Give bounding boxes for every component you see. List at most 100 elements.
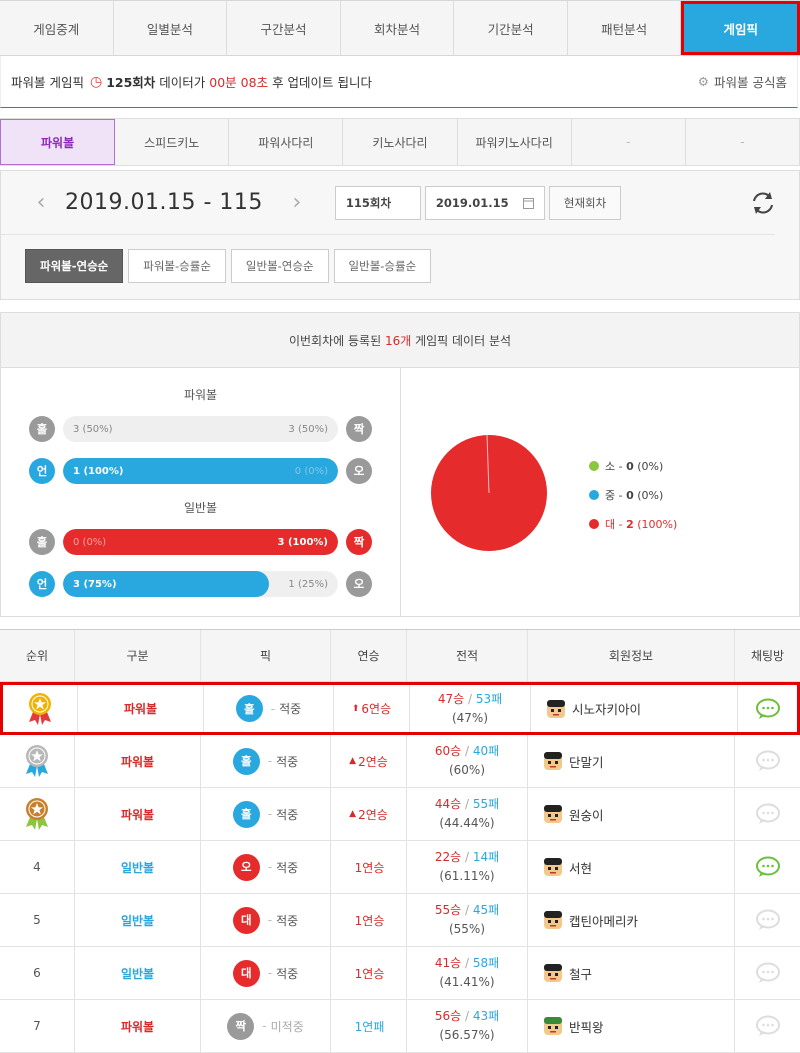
- row-win: 56승: [434, 1009, 462, 1023]
- tab-game-live[interactable]: 게임중계: [0, 1, 114, 55]
- pick-result: 적중: [279, 702, 302, 716]
- pb-even-text: 3 (50%): [288, 423, 328, 435]
- row-streak: 1연승: [354, 860, 385, 875]
- analysis-head-post: 게임픽 데이터 분석: [415, 333, 512, 348]
- tab-game-pick[interactable]: 게임픽: [681, 1, 800, 55]
- member-info[interactable]: 철구: [542, 962, 592, 984]
- row-lose: 55패: [472, 797, 500, 811]
- subtab-speedkeno[interactable]: 스피드키노: [115, 119, 230, 165]
- member-info[interactable]: 원숭이: [542, 803, 604, 825]
- next-round-chevron-icon[interactable]: ›: [281, 190, 313, 215]
- row-win: 47승: [437, 691, 465, 706]
- tab-round-analysis[interactable]: 회차분석: [341, 1, 455, 55]
- current-round-button[interactable]: 현재회차: [548, 185, 622, 220]
- member-info[interactable]: 반픽왕: [542, 1015, 604, 1037]
- pick-result: 적중: [276, 913, 299, 928]
- nb-under-over-bar: 언 3 (75%) 1 (25%) 오: [29, 570, 372, 598]
- pick-ball-icon: 대: [232, 959, 260, 987]
- row-kind: 일반볼: [120, 913, 155, 928]
- sort-pb-streak-button[interactable]: 파워볼-연승순: [25, 249, 124, 283]
- legend-large: 대 - 2 (100%): [589, 516, 677, 532]
- pick-ranking-table: 순위 구분 픽 연승 전적 회원정보 채팅방 파워볼 홀 - 적중 ⬆ 6연승 47승…: [0, 629, 800, 1053]
- member-avatar-icon: [544, 858, 562, 876]
- member-avatar-icon: [544, 911, 562, 929]
- pick-ball-icon: 홀: [232, 800, 260, 828]
- link-icon: ⚙: [697, 74, 710, 89]
- subtab-powerball[interactable]: 파워볼: [0, 119, 116, 165]
- tab-range-analysis[interactable]: 구간분석: [227, 1, 341, 55]
- member-name: 서현: [569, 860, 593, 876]
- subtab-powerladder[interactable]: 파워사다리: [229, 119, 344, 165]
- legend-medium: 중 - 0 (0%): [589, 487, 677, 503]
- chat-bubble-icon[interactable]: [755, 909, 781, 931]
- member-info[interactable]: 시노자키아이: [545, 698, 641, 720]
- row-win: 41승: [434, 956, 462, 970]
- official-home-link[interactable]: ⚙ 파워볼 공식홈: [698, 72, 787, 91]
- notice-suffix: 후 업데이트 됩니다: [272, 75, 373, 90]
- pb-under-over-bar: 언 1 (100%) 0 (0%) 오: [29, 457, 372, 485]
- row-kind: 파워볼: [120, 1019, 155, 1034]
- pb-under-text: 1 (100%): [73, 465, 124, 477]
- subtab-powerkenoladder[interactable]: 파워키노사다리: [458, 119, 572, 165]
- row-win: 55승: [434, 903, 462, 917]
- subtab-kenoladder[interactable]: 키노사다리: [343, 119, 458, 165]
- row-rate: (44.44%): [439, 816, 495, 830]
- nb-odd-text: 0 (0%): [73, 536, 107, 548]
- pb-odd-text: 3 (50%): [73, 423, 113, 435]
- row-rate: (56.57%): [439, 1028, 495, 1042]
- notice-mid: 데이터가: [159, 75, 206, 90]
- sort-nb-rate-button[interactable]: 일반볼-승률순: [333, 249, 432, 283]
- refresh-icon[interactable]: [749, 189, 777, 217]
- chat-bubble-icon[interactable]: [755, 803, 781, 825]
- pick-ball-icon: 대: [232, 906, 260, 934]
- col-kind: 구분: [75, 630, 201, 681]
- chat-bubble-icon[interactable]: [755, 750, 781, 772]
- rank-number: 7: [33, 1019, 41, 1033]
- chat-bubble-icon[interactable]: [755, 1015, 781, 1037]
- round-input[interactable]: 115회차: [334, 185, 421, 220]
- table-row: 파워볼 홀 - 적중 ▲ 2연승 44승 / 55패 (44.44%) 원숭이: [0, 788, 800, 841]
- pie-legend: 소 - 0 (0%) 중 - 0 (0%) 대 - 2 (100%): [589, 458, 677, 545]
- pb-odd-even-bar: 홀 3 (50%) 3 (50%) 짝: [29, 415, 372, 443]
- tab-daily-analysis[interactable]: 일별분석: [114, 1, 228, 55]
- rank-number: 6: [33, 966, 41, 980]
- col-record: 전적: [407, 630, 528, 681]
- row-rate: (47%): [451, 710, 489, 725]
- member-avatar-icon: [544, 805, 562, 823]
- col-chat: 채팅방: [750, 649, 785, 663]
- pick-analysis-panel: 이번회차에 등록된 16개 게임픽 데이터 분석 파워볼 홀 3 (50%) 3 …: [0, 312, 800, 617]
- row-rate: (61.11%): [439, 869, 495, 883]
- sort-pb-rate-button[interactable]: 파워볼-승률순: [128, 249, 226, 283]
- member-name: 캡틴아메리카: [569, 913, 639, 929]
- nb-even-text: 3 (100%): [277, 536, 328, 548]
- member-info[interactable]: 서현: [542, 856, 592, 878]
- even-ball-icon: 짝: [346, 416, 372, 442]
- tab-period-analysis[interactable]: 기간분석: [454, 1, 568, 55]
- prev-round-chevron-icon[interactable]: ‹: [25, 190, 57, 215]
- clock-icon: ◷: [89, 73, 103, 90]
- row-lose: 14패: [472, 850, 500, 864]
- member-name: 반픽왕: [569, 1019, 604, 1035]
- sort-nb-streak-button[interactable]: 일반볼-연승순: [230, 249, 329, 283]
- table-header: 순위 구분 픽 연승 전적 회원정보 채팅방: [0, 630, 800, 682]
- notice-round: 125회차: [106, 75, 156, 90]
- col-streak: 연승: [331, 630, 407, 681]
- chat-bubble-icon[interactable]: [755, 698, 781, 720]
- member-info[interactable]: 캡틴아메리카: [542, 909, 638, 931]
- pick-result: 적중: [276, 754, 299, 769]
- nb-under-text: 3 (75%): [73, 578, 117, 590]
- subtab-empty-2: -: [686, 119, 800, 165]
- pick-ball-icon: 오: [232, 853, 260, 881]
- member-avatar-icon: [544, 1017, 562, 1035]
- member-avatar-icon: [547, 699, 565, 718]
- chat-bubble-icon[interactable]: [755, 962, 781, 984]
- table-row: 7 파워볼 짝 - 미적중 1연패 56승 / 43패 (56.57%) 반픽왕: [0, 1000, 800, 1053]
- row-rate: (55%): [448, 922, 486, 936]
- member-info[interactable]: 단말기: [542, 750, 604, 772]
- chat-bubble-icon[interactable]: [755, 856, 781, 878]
- date-input[interactable]: 2019.01.15: [424, 185, 545, 220]
- member-avatar-icon: [544, 752, 562, 770]
- rank-medal-icon: [26, 798, 48, 830]
- official-home-label: 파워볼 공식홈: [714, 75, 787, 90]
- tab-pattern-analysis[interactable]: 패턴분석: [568, 1, 682, 55]
